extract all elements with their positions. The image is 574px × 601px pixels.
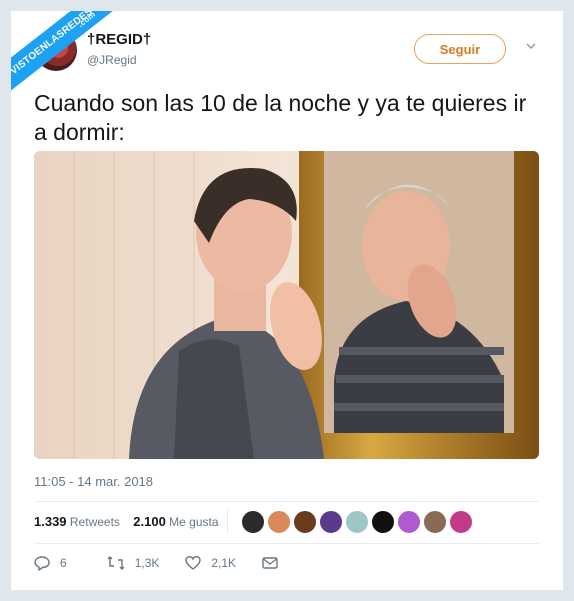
liker-avatar[interactable] bbox=[293, 510, 317, 534]
retweets-label[interactable]: Retweets bbox=[70, 515, 120, 529]
liker-avatar[interactable] bbox=[267, 510, 291, 534]
liker-avatar[interactable] bbox=[241, 510, 265, 534]
author-name[interactable]: †REGID† bbox=[87, 31, 151, 48]
photo-illustration bbox=[34, 151, 539, 459]
likes-label[interactable]: Me gusta bbox=[169, 515, 218, 529]
retweet-button[interactable]: 1,3K bbox=[107, 555, 160, 571]
like-count: 2,1K bbox=[211, 556, 237, 570]
author-handle[interactable]: @JRegid bbox=[87, 53, 137, 67]
like-icon bbox=[185, 555, 202, 570]
message-icon bbox=[262, 557, 278, 569]
liker-avatar[interactable] bbox=[397, 510, 421, 534]
liker-avatar[interactable] bbox=[345, 510, 369, 534]
liker-avatar[interactable] bbox=[449, 510, 473, 534]
divider bbox=[34, 501, 539, 502]
follow-button[interactable]: Seguir bbox=[414, 34, 506, 64]
reply-count: 6 bbox=[60, 556, 67, 570]
like-button[interactable]: 2,1K bbox=[185, 555, 236, 571]
tweet-timestamp[interactable]: 11:05 - 14 mar. 2018 bbox=[34, 474, 153, 489]
reply-icon bbox=[34, 556, 50, 571]
liker-avatar[interactable] bbox=[319, 510, 343, 534]
tweet-photo[interactable] bbox=[34, 151, 539, 459]
retweet-count: 1,3K bbox=[134, 556, 160, 570]
liker-avatar[interactable] bbox=[371, 510, 395, 534]
retweets-count[interactable]: 1.339 bbox=[34, 514, 67, 529]
tweet-stats: 1.339 Retweets 2.100 Me gusta bbox=[34, 514, 219, 529]
reply-button[interactable]: 6 bbox=[34, 555, 67, 571]
divider bbox=[34, 543, 539, 544]
message-button[interactable] bbox=[262, 556, 278, 570]
retweet-icon bbox=[107, 556, 125, 570]
tweet-text: Cuando son las 10 de la noche y ya te qu… bbox=[34, 90, 527, 145]
liker-avatars bbox=[241, 510, 473, 534]
tweet-actions: 6 1,3K 2,1K bbox=[34, 555, 304, 571]
stats-separator bbox=[227, 508, 228, 534]
chevron-down-icon[interactable] bbox=[526, 41, 536, 51]
likes-count[interactable]: 2.100 bbox=[133, 514, 166, 529]
tweet-card: VISTOENLASREDES .com †REGID† @JRegid Seg… bbox=[10, 10, 564, 591]
liker-avatar[interactable] bbox=[423, 510, 447, 534]
